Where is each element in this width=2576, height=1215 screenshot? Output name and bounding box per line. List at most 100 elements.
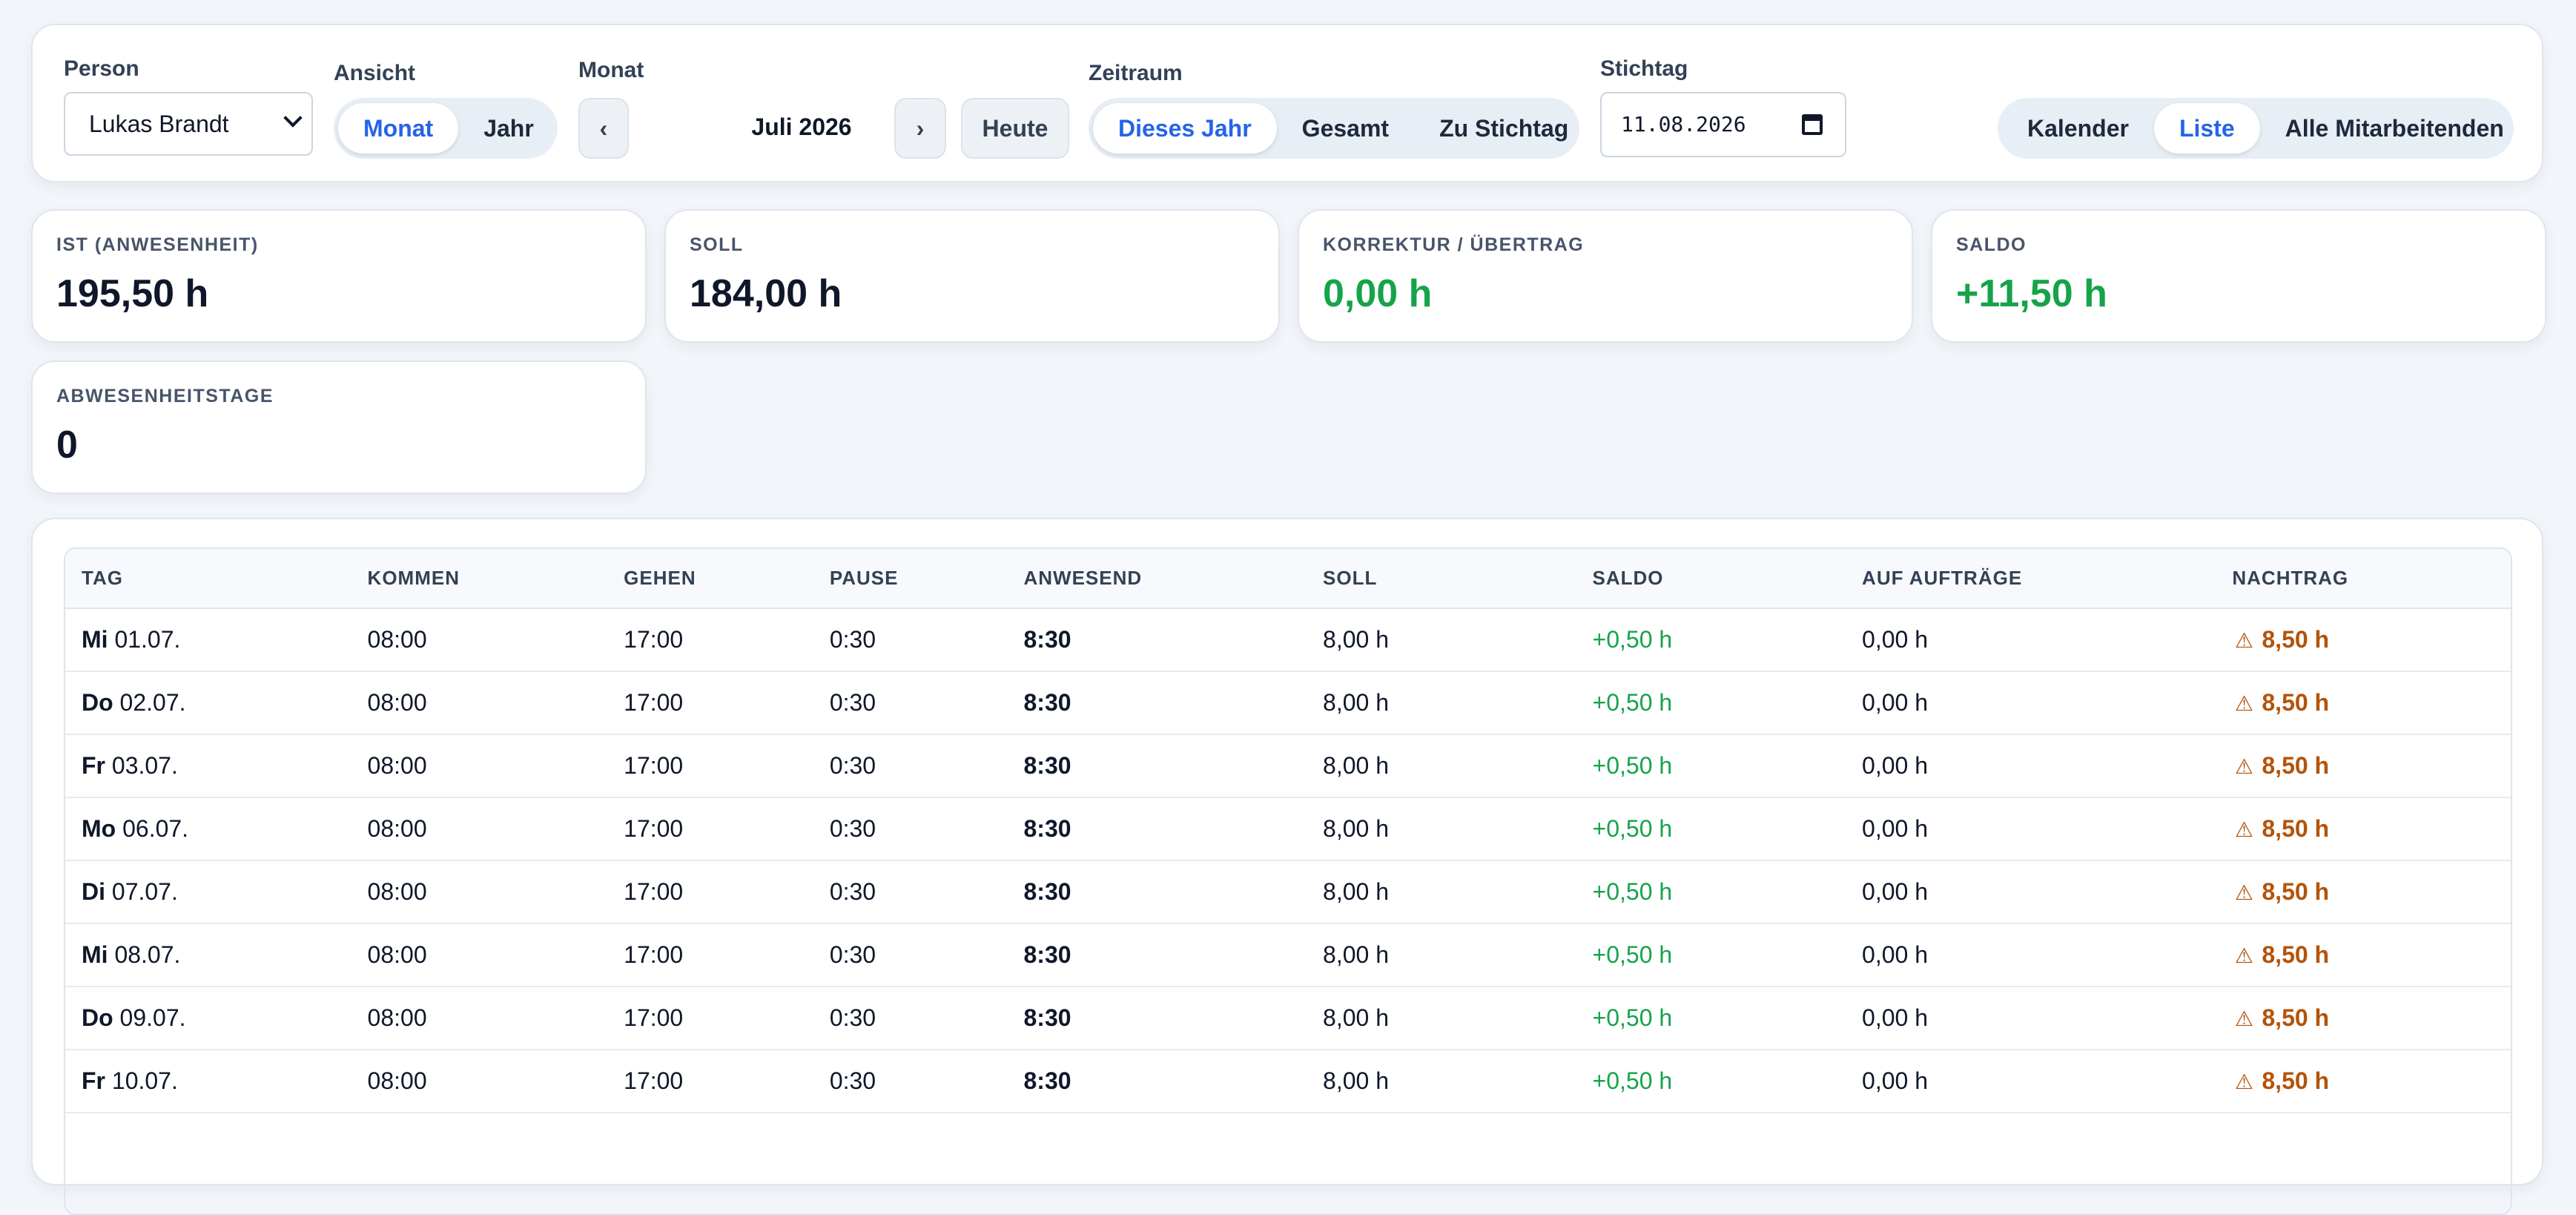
cell-pause: 0:30	[813, 1050, 1008, 1113]
mode-option-list[interactable]: Liste	[2153, 103, 2260, 154]
cell-followup[interactable]: ⚠ 8,50 h	[2216, 608, 2511, 672]
cell-followup[interactable]: ⚠ 8,50 h	[2216, 860, 2511, 924]
month-label: Monat	[578, 58, 644, 82]
warning-icon: ⚠	[2234, 880, 2253, 905]
cell-in: 08:00	[351, 797, 608, 861]
cell-pause: 0:30	[813, 671, 1008, 735]
chevron-down-icon	[283, 108, 303, 128]
followup-value: 8,50 h	[2262, 626, 2330, 653]
person-select[interactable]: Lukas Brandt	[64, 92, 313, 156]
column-header-present[interactable]: ANWESEND	[1007, 549, 1307, 609]
cell-target: 8,00 h	[1307, 797, 1576, 861]
table-row[interactable]: Fr 03.07. 08:00 17:00 0:30 8:30 8,00 h +…	[65, 734, 2511, 798]
column-header-balance[interactable]: SALDO	[1576, 549, 1846, 609]
cell-in: 08:00	[351, 860, 608, 924]
followup-value: 8,50 h	[2262, 878, 2330, 905]
view-option-month[interactable]: Monat	[338, 103, 459, 154]
cell-followup[interactable]: ⚠ 8,50 h	[2216, 797, 2511, 861]
cell-present: 8:30	[1007, 797, 1307, 861]
range-option-this-year[interactable]: Dieses Jahr	[1093, 103, 1277, 154]
cell-balance: +0,50 h	[1576, 734, 1846, 798]
cell-followup[interactable]: ⚠ 8,50 h	[2216, 1050, 2511, 1113]
cell-date: 01.07.	[114, 626, 181, 653]
range-toggle: Dieses Jahr Gesamt Zu Stichtag	[1089, 98, 1579, 159]
time-table-card: TAG KOMMEN GEHEN PAUSE ANWESEND SOLL SAL…	[31, 518, 2543, 1215]
cell-date: 10.07.	[111, 1067, 178, 1094]
stat-label: SALDO	[1956, 234, 2027, 255]
cell-weekday: Di	[82, 878, 105, 905]
cell-pause: 0:30	[813, 987, 1008, 1050]
column-header-target[interactable]: SOLL	[1307, 549, 1576, 609]
cell-date: 03.07.	[111, 752, 178, 779]
column-header-in[interactable]: KOMMEN	[351, 549, 608, 609]
cutoff-date-input[interactable]: 11.08.2026	[1600, 92, 1846, 157]
warning-icon: ⚠	[2234, 1070, 2253, 1094]
stat-value: +11,50 h	[1956, 272, 2107, 315]
stat-card-target: SOLL 184,00 h	[664, 209, 1280, 343]
cell-followup[interactable]: ⚠ 8,50 h	[2216, 671, 2511, 735]
today-button[interactable]: Heute	[961, 98, 1069, 159]
calendar-icon[interactable]	[1802, 114, 1823, 135]
cell-pause: 0:30	[813, 923, 1008, 987]
column-header-orders[interactable]: AUF AUFTRÄGE	[1846, 549, 2216, 609]
column-header-day[interactable]: TAG	[65, 549, 351, 609]
warning-icon: ⚠	[2234, 1007, 2253, 1031]
cell-pause: 0:30	[813, 734, 1008, 798]
cell-target: 8,00 h	[1307, 987, 1576, 1050]
cell-date: 08.07.	[114, 941, 181, 968]
stat-value: 0,00 h	[1323, 272, 1433, 315]
followup-value: 8,50 h	[2262, 1004, 2330, 1031]
mode-option-all-employees[interactable]: Alle Mitarbeitenden	[2260, 103, 2529, 154]
stat-label: SOLL	[690, 234, 744, 255]
stat-label: IST (ANWESENHEIT)	[56, 234, 259, 255]
cell-orders: 0,00 h	[1846, 923, 2216, 987]
warning-icon: ⚠	[2234, 754, 2253, 779]
cell-date: 02.07.	[119, 689, 186, 716]
cell-weekday: Fr	[82, 752, 105, 779]
range-option-total[interactable]: Gesamt	[1277, 103, 1414, 154]
cell-day: Do 09.07.	[65, 987, 351, 1050]
warning-icon: ⚠	[2234, 691, 2253, 716]
view-toggle: Monat Jahr	[334, 98, 558, 159]
cell-followup[interactable]: ⚠ 8,50 h	[2216, 923, 2511, 987]
column-header-followup[interactable]: NACHTRAG	[2216, 549, 2511, 609]
prev-month-button[interactable]: ‹	[578, 98, 629, 159]
cell-target: 8,00 h	[1307, 734, 1576, 798]
person-select-value: Lukas Brandt	[89, 111, 229, 137]
column-header-out[interactable]: GEHEN	[607, 549, 813, 609]
cell-orders: 0,00 h	[1846, 1050, 2216, 1113]
cell-target: 8,00 h	[1307, 608, 1576, 672]
cell-day: Mi 08.07.	[65, 923, 351, 987]
table-row[interactable]: Fr 10.07. 08:00 17:00 0:30 8:30 8,00 h +…	[65, 1050, 2511, 1113]
cell-followup[interactable]: ⚠ 8,50 h	[2216, 734, 2511, 798]
cell-balance: +0,50 h	[1576, 1050, 1846, 1113]
mode-option-calendar[interactable]: Kalender	[2002, 103, 2154, 154]
cell-orders: 0,00 h	[1846, 860, 2216, 924]
warning-icon: ⚠	[2234, 944, 2253, 968]
cell-date: 06.07.	[122, 815, 189, 842]
cell-present: 8:30	[1007, 1050, 1307, 1113]
range-option-cutoff[interactable]: Zu Stichtag	[1414, 103, 1594, 154]
table-row[interactable]: Mo 06.07. 08:00 17:00 0:30 8:30 8,00 h +…	[65, 797, 2511, 861]
table-row[interactable]: Do 09.07. 08:00 17:00 0:30 8:30 8,00 h +…	[65, 987, 2511, 1050]
cell-target: 8,00 h	[1307, 1050, 1576, 1113]
cell-followup[interactable]: ⚠ 8,50 h	[2216, 987, 2511, 1050]
table-row[interactable]: Do 02.07. 08:00 17:00 0:30 8:30 8,00 h +…	[65, 671, 2511, 735]
cell-day: Do 02.07.	[65, 671, 351, 735]
cell-out: 17:00	[607, 860, 813, 924]
cell-balance: +0,50 h	[1576, 797, 1846, 861]
warning-icon: ⚠	[2234, 817, 2253, 842]
next-month-button[interactable]: ›	[894, 98, 946, 159]
mode-toggle: Kalender Liste Alle Mitarbeitenden	[1998, 98, 2514, 159]
table-row[interactable]: Mi 01.07. 08:00 17:00 0:30 8:30 8,00 h +…	[65, 608, 2511, 672]
cell-weekday: Mi	[82, 626, 108, 653]
time-table: TAG KOMMEN GEHEN PAUSE ANWESEND SOLL SAL…	[65, 549, 2511, 1113]
view-option-year[interactable]: Jahr	[458, 103, 559, 154]
column-header-pause[interactable]: PAUSE	[813, 549, 1008, 609]
stat-value: 195,50 h	[56, 272, 209, 315]
table-row[interactable]: Mi 08.07. 08:00 17:00 0:30 8:30 8,00 h +…	[65, 923, 2511, 987]
cell-day: Mo 06.07.	[65, 797, 351, 861]
cell-out: 17:00	[607, 608, 813, 672]
table-row[interactable]: Di 07.07. 08:00 17:00 0:30 8:30 8,00 h +…	[65, 860, 2511, 924]
cell-in: 08:00	[351, 734, 608, 798]
